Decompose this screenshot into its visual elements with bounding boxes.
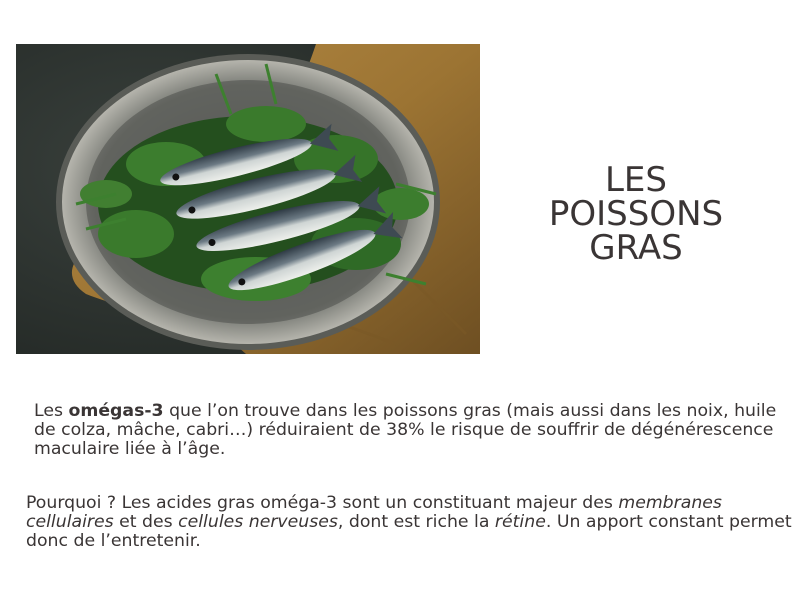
text-run: Les xyxy=(34,401,69,421)
sardines-photo xyxy=(16,44,480,354)
text-run: , dont est riche la xyxy=(337,512,495,532)
sardines-illustration xyxy=(16,44,480,354)
text-run: Pourquoi ? Les acides gras oméga-3 sont … xyxy=(26,493,619,513)
page-title: LES POISSONS GRAS xyxy=(520,163,752,265)
title-line: POISSONS xyxy=(548,194,724,234)
text-run: et des xyxy=(113,512,179,532)
title-line: GRAS xyxy=(589,228,683,268)
bold-term: omégas-3 xyxy=(68,401,164,421)
why-paragraph: Pourquoi ? Les acides gras oméga-3 sont … xyxy=(26,494,796,551)
italic-term: cellules nerveuses xyxy=(178,512,338,532)
omega3-paragraph: Les omégas-3 que l’on trouve dans les po… xyxy=(34,402,784,459)
italic-term: rétine xyxy=(494,512,546,532)
title-line: LES xyxy=(604,160,667,200)
